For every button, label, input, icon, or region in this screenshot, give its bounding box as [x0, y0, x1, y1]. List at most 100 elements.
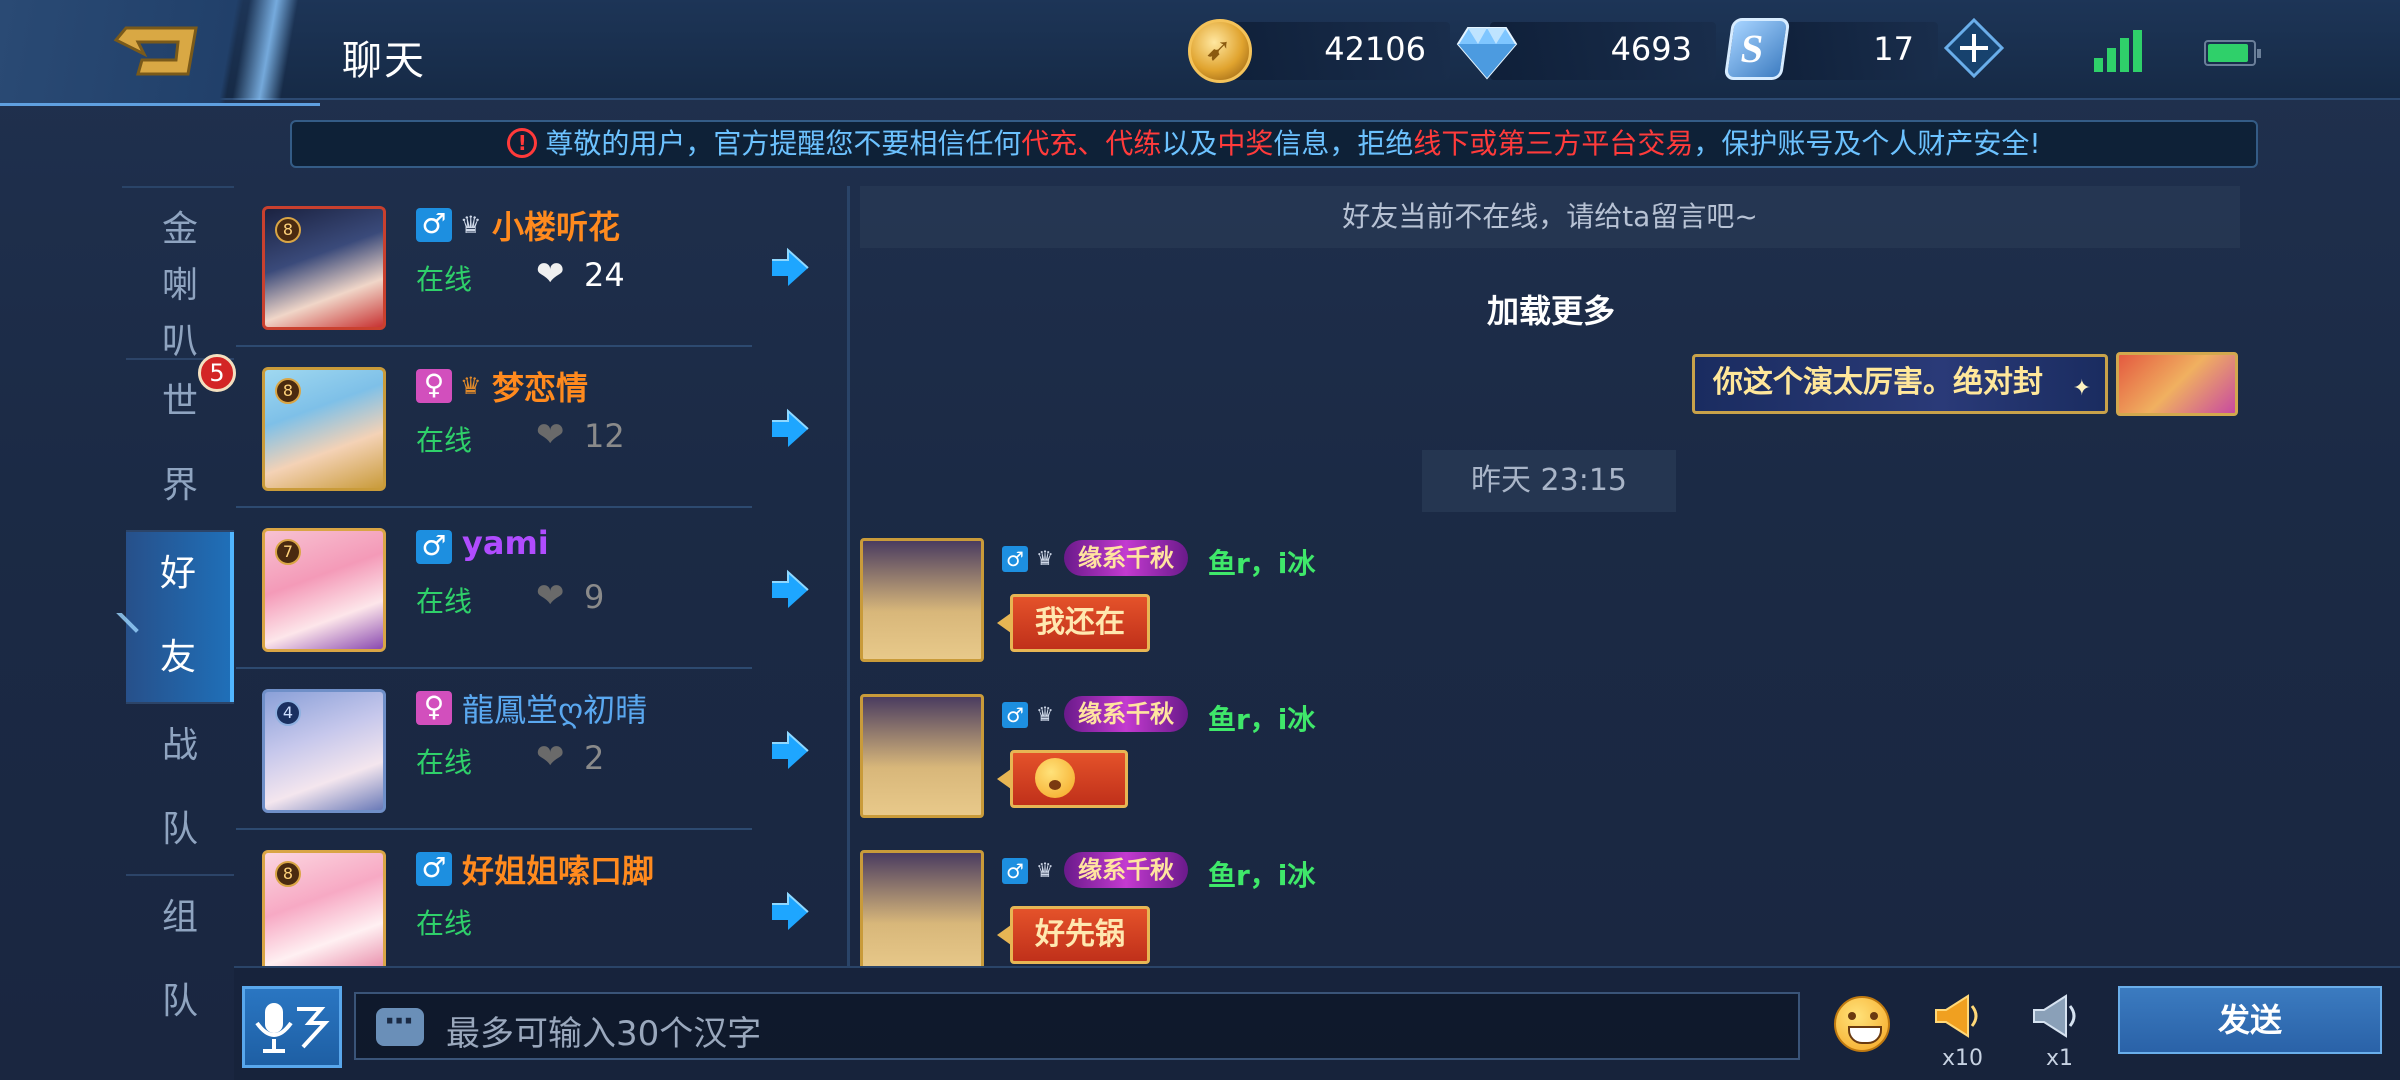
heart-icon: ❤: [536, 737, 565, 777]
crown-icon: ♛: [1036, 702, 1054, 726]
sender-avatar[interactable]: [860, 694, 984, 818]
message-input[interactable]: 最多可输入30个汉字: [354, 992, 1800, 1060]
send-button[interactable]: 发送: [2118, 986, 2382, 1054]
heart-count: 9: [584, 578, 605, 616]
heart-icon: ❤: [536, 254, 565, 294]
my-avatar[interactable]: [2116, 352, 2238, 416]
sender-name: 鱼r，i冰: [1208, 547, 1316, 580]
sender-name: 鱼r，i冰: [1208, 859, 1316, 892]
gold-value: 42106: [1324, 30, 1426, 68]
friend-item[interactable]: 8 ♂ 好姐姐嗦口脚 在线: [236, 830, 847, 966]
friend-item[interactable]: 8 ♀ ♛ 梦恋情 在线 ❤ 12: [236, 347, 847, 508]
surprised-emoji-icon: [1035, 757, 1075, 798]
tab-gold-horn[interactable]: 金 喇 叭: [126, 188, 234, 362]
avatar: 7: [262, 528, 386, 652]
chat-message: ♂ ♛ 缘系千秋 鱼r，i冰 我还在: [860, 538, 1760, 688]
tab-team-char: 战: [161, 725, 198, 766]
intimacy-tag: 缘系千秋: [1064, 852, 1188, 888]
gold-counter: 42106: [1218, 22, 1450, 80]
notice-part-4: ，保护账号及个人财产安全!: [1693, 127, 2041, 160]
my-message-text: 你这个演太厉害。绝对封: [1713, 365, 2043, 400]
tab-gold-horn-char: 喇: [161, 265, 198, 306]
page-title: 聊天: [342, 38, 426, 84]
male-icon: ♂: [1002, 702, 1028, 728]
sender-avatar[interactable]: [860, 850, 984, 966]
small-horn-icon[interactable]: [2028, 990, 2080, 1042]
tab-friends[interactable]: 好 友: [116, 532, 234, 702]
avatar: 8: [262, 367, 386, 491]
diamond-icon: [1456, 27, 1518, 80]
sender-name: 鱼r，i冰: [1208, 703, 1316, 736]
friend-name: 好姐姐嗦口脚: [462, 852, 655, 890]
male-icon: ♂: [1002, 546, 1028, 572]
tab-friends-char: 友: [159, 637, 196, 678]
tab-world-char: 界: [161, 465, 198, 506]
load-more-button[interactable]: 加载更多: [856, 286, 2246, 332]
open-chat-arrow-icon[interactable]: [768, 568, 812, 612]
notice-red-3: 线下或第三方平台交易: [1413, 127, 1694, 160]
heart-icon: ❤: [536, 576, 565, 616]
back-button[interactable]: [0, 0, 320, 106]
tab-party-char: 队: [161, 981, 198, 1022]
avatar: 8: [262, 206, 386, 330]
friend-name: 小楼听花: [492, 208, 621, 246]
small-horn-count: x1: [2046, 1046, 2074, 1071]
male-icon: ♂: [416, 530, 452, 564]
message-bubble: 我还在: [997, 594, 1150, 652]
friend-name: 龍鳳堂ღ初晴: [462, 691, 648, 729]
tab-world[interactable]: 世 界 5: [126, 354, 236, 530]
tab-team[interactable]: 战 队: [126, 704, 234, 874]
emoji-button[interactable]: [1834, 996, 1890, 1052]
tab-friends-char: 好: [159, 553, 196, 594]
male-icon: ♂: [416, 208, 452, 242]
tab-team-char: 队: [161, 809, 198, 850]
big-horn-icon[interactable]: [1930, 990, 1982, 1042]
back-button-glow: [230, 0, 310, 100]
open-chat-arrow-icon[interactable]: [768, 246, 812, 290]
back-arrow-icon: [113, 26, 198, 76]
heart-icon: ❤: [536, 415, 565, 455]
tab-party-char: 组: [161, 897, 198, 938]
friend-name: 梦恋情: [492, 369, 589, 407]
avatar-level: 7: [275, 539, 301, 565]
crown-icon: ♛: [460, 372, 482, 400]
online-status: 在线: [416, 424, 473, 457]
avatar-level: 8: [275, 217, 301, 243]
female-icon: ♀: [416, 691, 452, 725]
add-currency-button[interactable]: [1944, 18, 2004, 78]
chat-message: ♂ ♛ 缘系千秋 鱼r，i冰: [860, 694, 1760, 844]
open-chat-arrow-icon[interactable]: [768, 407, 812, 451]
heart-count: 12: [584, 417, 625, 455]
notice-part-1: 尊敬的用户，官方提醒您不要相信任何: [545, 127, 1022, 160]
chat-message: ♂ ♛ 缘系千秋 鱼r，i冰 好先锅: [860, 850, 1760, 966]
open-chat-arrow-icon[interactable]: [768, 729, 812, 773]
open-chat-arrow-icon[interactable]: [768, 890, 812, 934]
unread-badge: 5: [198, 354, 236, 392]
friend-item[interactable]: 4 ♀ 龍鳳堂ღ初晴 在线 ❤ 2: [236, 669, 847, 830]
friend-item[interactable]: 7 ♂ yami 在线 ❤ 9: [236, 508, 847, 669]
warning-icon: !: [507, 128, 538, 158]
crown-icon: ♛: [1036, 858, 1054, 882]
gold-coin-icon: [1188, 19, 1252, 83]
friend-name: yami: [462, 524, 549, 562]
message-timestamp: 昨天 23:15: [1422, 450, 1676, 512]
online-status: 在线: [416, 263, 473, 296]
message-bubble: 好先锅: [997, 906, 1150, 964]
online-status: 在线: [416, 585, 473, 618]
message-bubble: [997, 750, 1128, 808]
crown-icon: ♛: [1036, 546, 1054, 570]
tab-gold-horn-char: 金: [161, 209, 198, 250]
security-notice: ! 尊敬的用户，官方提醒您不要相信任何代充、代练以及中奖信息，拒绝线下或第三方平台…: [290, 120, 2258, 168]
tab-party[interactable]: 组 队: [126, 876, 234, 1046]
voice-input-button[interactable]: [242, 986, 342, 1068]
signal-icon: [2094, 30, 2142, 72]
avatar-level: 8: [275, 861, 301, 887]
heart-count: 2: [584, 739, 605, 777]
sender-avatar[interactable]: [860, 538, 984, 662]
heart-count: 24: [584, 256, 625, 294]
channel-tabs: 金 喇 叭 世 界 5 好 友 战 队 组 队: [116, 186, 236, 1080]
offline-notice: 好友当前不在线，请给ta留言吧~: [860, 186, 2240, 248]
notice-part-3: 信息，拒绝: [1273, 127, 1414, 160]
friend-item[interactable]: 8 ♂ ♛ 小楼听花 在线 ❤ 24: [236, 186, 847, 347]
microphone-icon: [255, 1003, 330, 1053]
